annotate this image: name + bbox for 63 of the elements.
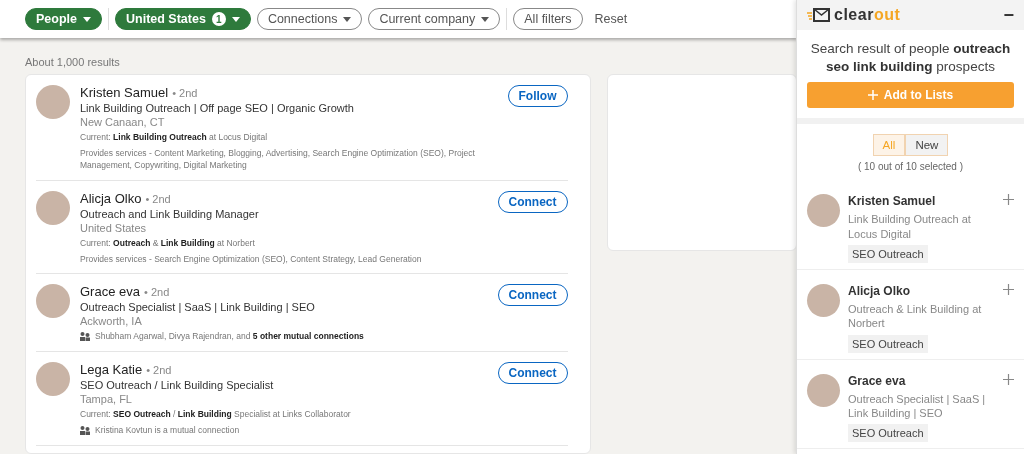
people-icon [80, 425, 90, 435]
prospect-title: Outreach & Link Building at Norbert [848, 302, 983, 331]
filter-tab[interactable]: New [905, 134, 949, 157]
filter-chip[interactable]: United States 1 [115, 8, 251, 30]
prospect-name: Grace eva [848, 373, 907, 388]
action-button[interactable]: Connect [497, 190, 568, 213]
headline: Outreach and Link Building Manager [80, 207, 260, 220]
prospect-title: Link Building Outreach at Locus Digital [848, 212, 972, 242]
person-name[interactable]: Lega Katie [80, 362, 143, 378]
prospect-tag: SEO Outreach [848, 424, 928, 443]
avatar-placeholder [807, 284, 840, 318]
mutual-connections: Kristina Kovtun is a mutual connection [95, 425, 240, 438]
headline: Link Building Outreach | Off page SEO | Organic Growth [80, 102, 355, 114]
filter-chip[interactable]: Connections [256, 8, 363, 30]
people-icon [80, 331, 90, 341]
current-position: Current: Outreach & Link Building at Norbert [80, 237, 256, 250]
services-text: Provides services - Search Engine Optimization (SEO), Content Strategy, Lead Generation [80, 253, 423, 266]
prospect-name: Kristen Samuel [848, 194, 937, 209]
location: Tampa, FL [80, 393, 133, 406]
person-name[interactable]: Alicja Olko [80, 190, 142, 206]
selection-count: ( 10 out of 10 selected ) [856, 161, 965, 173]
plus-icon [867, 90, 878, 101]
connection-degree: • 2nd [144, 286, 170, 299]
avatar-placeholder [807, 373, 840, 407]
person-name[interactable]: Grace eva [80, 284, 140, 300]
current-position: Current: SEO Outreach / Link Building Specialist at Links Collaborator [80, 409, 352, 422]
action-button[interactable]: Connect [497, 284, 568, 307]
services-text: Provides services - Content Marketing, Blogging, Advertising, Search Engine Optimization (SEO), Project Management, Copywriting, Digital Marketing [80, 147, 476, 172]
prospect-tag: SEO Outreach [848, 334, 928, 353]
filter-chip[interactable]: People [25, 8, 102, 30]
prospect-tag: SEO Outreach [848, 245, 928, 264]
person-name[interactable]: Kristen Samuel [80, 85, 169, 100]
filter-chip[interactable]: All filters [513, 8, 583, 30]
action-button[interactable]: Follow [507, 85, 568, 107]
avatar-placeholder [36, 190, 70, 225]
avatar-placeholder [807, 194, 840, 228]
action-button[interactable]: Connect [497, 362, 568, 385]
connection-degree: • 2nd [146, 364, 172, 377]
location: United States [80, 221, 148, 234]
location: Ackworth, IA [80, 315, 143, 328]
reset-button[interactable]: Reset [588, 12, 634, 26]
prospect-name: Alicja Olko [848, 284, 912, 299]
plus-icon[interactable] [1003, 284, 1014, 296]
avatar-placeholder [36, 362, 70, 397]
count-badge: 1 [211, 12, 226, 26]
current-position: Current: Link Building Outreach at Locus Digital [80, 132, 269, 144]
location: New Canaan, CT [80, 116, 166, 128]
plus-icon[interactable] [1003, 194, 1014, 206]
headline: SEO Outreach / Link Building Specialist [80, 379, 275, 392]
mutual-connections: Shubham Agarwal, Divya Rajendran, and 5 other mutual connections [95, 331, 364, 344]
avatar-placeholder [36, 85, 70, 119]
result-count: About 1,000 results [25, 56, 121, 68]
logo-text: clearout [834, 6, 901, 24]
panel-heading: Search result of people outreach seo link building prospects [809, 40, 1012, 77]
plus-icon[interactable] [1003, 373, 1014, 385]
connection-degree: • 2nd [172, 87, 198, 99]
filter-chip[interactable]: Current company [368, 8, 501, 30]
envelope-icon [807, 8, 831, 22]
avatar-placeholder [36, 284, 70, 319]
prospect-title: Outreach Specialist | SaaS | Link Building | SEO [848, 391, 987, 421]
connection-degree: • 2nd [145, 192, 171, 205]
headline: Outreach Specialist | SaaS | Link Building | SEO [80, 301, 316, 314]
minimize-button[interactable]: − [1003, 4, 1014, 26]
